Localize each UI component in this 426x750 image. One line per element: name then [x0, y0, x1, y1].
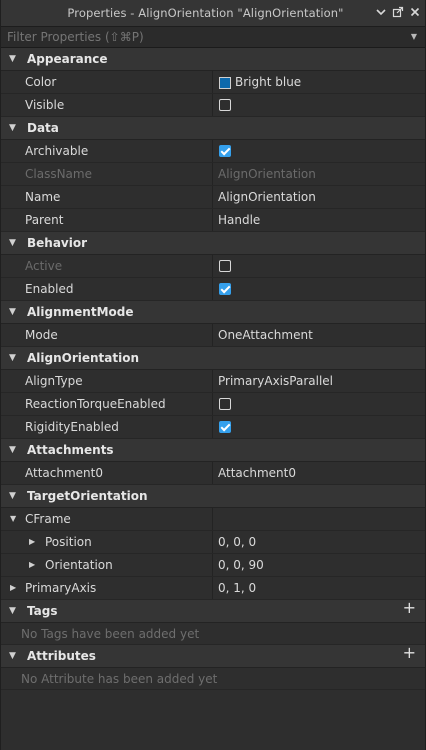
section-appearance[interactable]: ▼ Appearance — [1, 48, 425, 71]
chevron-down-icon[interactable]: ▼ — [9, 439, 16, 461]
property-value[interactable]: Bright blue — [235, 71, 301, 93]
property-value[interactable]: 0, 0, 0 — [218, 531, 256, 553]
property-row-color[interactable]: Color Bright blue — [1, 71, 425, 94]
section-label: TargetOrientation — [27, 489, 148, 503]
property-value: AlignOrientation — [218, 167, 316, 181]
section-tags[interactable]: ▼ Tags + — [1, 597, 425, 623]
section-align-orientation[interactable]: ▼ AlignOrientation — [1, 347, 425, 370]
tags-empty-message: No Tags have been added yet — [1, 623, 425, 645]
filter-dropdown-icon[interactable]: ▼ — [411, 27, 417, 47]
property-row-orientation[interactable]: ▶ Orientation 0, 0, 90 — [1, 554, 425, 577]
chevron-down-icon[interactable]: ▼ — [9, 48, 16, 70]
section-label: AlignOrientation — [27, 351, 140, 365]
property-value[interactable]: AlignOrientation — [218, 186, 316, 208]
chevron-right-icon[interactable]: ▶ — [29, 531, 35, 553]
section-behavior[interactable]: ▼ Behavior — [1, 232, 425, 255]
property-row-active: Active — [1, 255, 425, 278]
filter-bar: ▼ — [1, 27, 425, 48]
chevron-down-icon[interactable]: ▼ — [9, 600, 16, 622]
section-label: Tags — [27, 604, 58, 618]
property-row-archivable[interactable]: Archivable — [1, 140, 425, 163]
property-name: Mode — [25, 328, 58, 342]
color-swatch[interactable] — [219, 77, 231, 89]
property-name: PrimaryAxis — [25, 581, 97, 595]
properties-panel: Properties - AlignOrientation "AlignOrie… — [0, 0, 426, 750]
property-name: Visible — [25, 98, 65, 112]
reaction-torque-checkbox[interactable] — [219, 398, 231, 410]
popout-icon[interactable] — [391, 6, 405, 20]
property-row-cframe[interactable]: ▼ CFrame — [1, 508, 425, 531]
property-value[interactable]: Attachment0 — [218, 462, 296, 484]
attributes-empty-message: No Attribute has been added yet — [1, 668, 425, 690]
section-target-orientation[interactable]: ▼ TargetOrientation — [1, 485, 425, 508]
property-row-attachment0[interactable]: Attachment0 Attachment0 — [1, 462, 425, 485]
close-icon[interactable] — [408, 6, 422, 20]
chevron-down-icon[interactable]: ▼ — [9, 645, 16, 667]
section-data[interactable]: ▼ Data — [1, 117, 425, 140]
property-name: Color — [25, 75, 57, 89]
section-alignment-mode[interactable]: ▼ AlignmentMode — [1, 301, 425, 324]
section-attributes[interactable]: ▼ Attributes + — [1, 642, 425, 668]
property-name: Parent — [25, 213, 64, 227]
property-name: CFrame — [25, 512, 71, 526]
property-name: Active — [25, 259, 63, 273]
chevron-down-icon[interactable]: ▼ — [9, 485, 16, 507]
title-bar[interactable]: Properties - AlignOrientation "AlignOrie… — [1, 0, 425, 27]
property-row-rigidity[interactable]: RigidityEnabled — [1, 416, 425, 439]
property-row-reaction-torque[interactable]: ReactionTorqueEnabled — [1, 393, 425, 416]
property-name: Orientation — [45, 558, 113, 572]
chevron-right-icon[interactable]: ▶ — [10, 577, 16, 599]
property-row-enabled[interactable]: Enabled — [1, 278, 425, 301]
property-name: Position — [45, 535, 92, 549]
section-attachments[interactable]: ▼ Attachments — [1, 439, 425, 462]
section-label: Attachments — [27, 443, 114, 457]
property-name: Enabled — [25, 282, 74, 296]
chevron-down-icon[interactable]: ▼ — [9, 232, 16, 254]
section-label: Appearance — [27, 52, 108, 66]
filter-properties-input[interactable] — [7, 27, 387, 47]
chevron-down-icon[interactable]: ▼ — [9, 301, 16, 323]
visible-checkbox[interactable] — [219, 99, 231, 111]
rigidity-checkbox[interactable] — [219, 421, 231, 433]
property-value[interactable]: 0, 0, 90 — [218, 554, 264, 576]
section-label: Behavior — [27, 236, 88, 250]
property-row-name[interactable]: Name AlignOrientation — [1, 186, 425, 209]
property-value[interactable]: PrimaryAxisParallel — [218, 370, 333, 392]
property-row-position[interactable]: ▶ Position 0, 0, 0 — [1, 531, 425, 554]
empty-text: No Tags have been added yet — [21, 627, 200, 641]
archivable-checkbox[interactable] — [219, 145, 231, 157]
property-value[interactable]: OneAttachment — [218, 324, 313, 346]
property-row-visible[interactable]: Visible — [1, 94, 425, 117]
property-name: Name — [25, 190, 61, 204]
section-label: AlignmentMode — [27, 305, 134, 319]
enabled-checkbox[interactable] — [219, 283, 231, 295]
chevron-right-icon[interactable]: ▶ — [29, 554, 35, 576]
chevron-down-icon[interactable]: ▼ — [9, 347, 16, 369]
property-row-parent[interactable]: Parent Handle — [1, 209, 425, 232]
property-row-mode[interactable]: Mode OneAttachment — [1, 324, 425, 347]
add-tag-button[interactable]: + — [403, 597, 416, 619]
property-value[interactable]: Handle — [218, 209, 260, 231]
property-row-aligntype[interactable]: AlignType PrimaryAxisParallel — [1, 370, 425, 393]
property-row-classname: ClassName AlignOrientation — [1, 163, 425, 186]
section-label: Data — [27, 121, 59, 135]
property-name: Attachment0 — [25, 466, 103, 480]
empty-text: No Attribute has been added yet — [21, 672, 218, 686]
chevron-down-icon[interactable]: ▼ — [10, 508, 16, 530]
property-value[interactable]: 0, 1, 0 — [218, 577, 256, 599]
section-label: Attributes — [27, 649, 96, 663]
property-name: RigidityEnabled — [25, 420, 119, 434]
window-title: Properties - AlignOrientation "AlignOrie… — [67, 6, 344, 20]
add-attribute-button[interactable]: + — [403, 642, 416, 664]
property-name: ReactionTorqueEnabled — [25, 397, 166, 411]
property-name: AlignType — [25, 374, 83, 388]
active-checkbox — [219, 260, 231, 272]
chevron-down-icon[interactable] — [374, 6, 388, 20]
property-name: Archivable — [25, 144, 89, 158]
chevron-down-icon[interactable]: ▼ — [9, 117, 16, 139]
property-row-primary-axis[interactable]: ▶ PrimaryAxis 0, 1, 0 — [1, 577, 425, 600]
property-name: ClassName — [25, 167, 92, 181]
